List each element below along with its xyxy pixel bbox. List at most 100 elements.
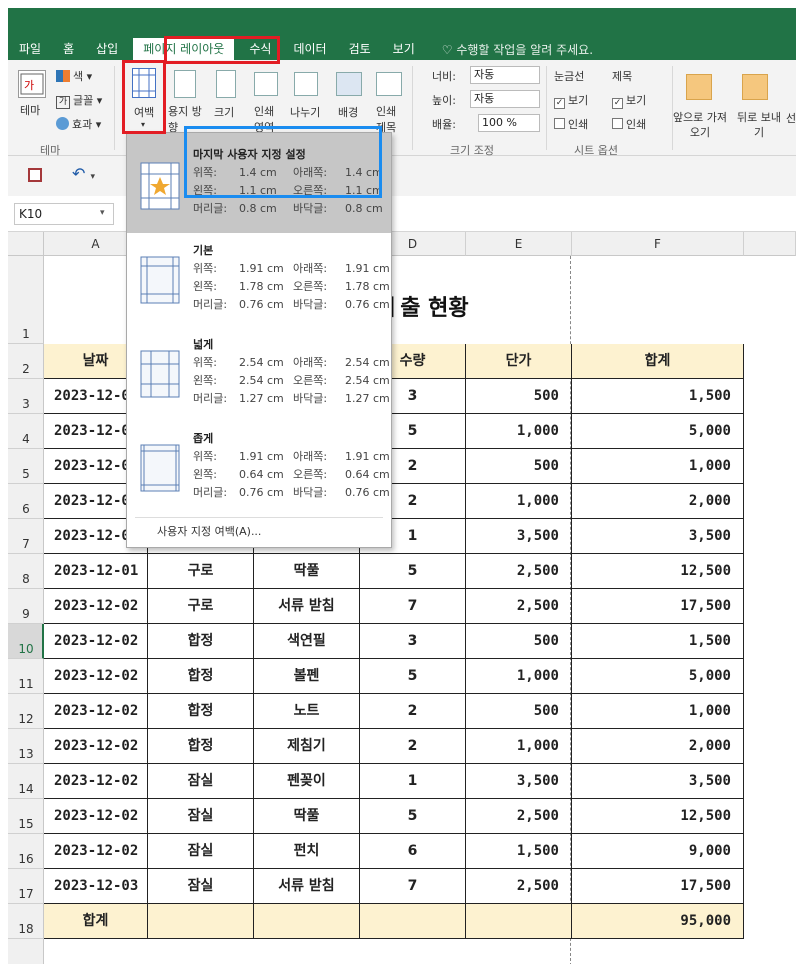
table-cell-item[interactable]: 펜꽂이	[254, 764, 360, 799]
table-cell-total[interactable]: 17,500	[572, 589, 744, 624]
table-cell-total[interactable]: 2,000	[572, 729, 744, 764]
table-cell-branch[interactable]: 합정	[148, 694, 254, 729]
sum-cell[interactable]	[254, 904, 360, 939]
table-cell-price[interactable]: 3,500	[466, 519, 572, 554]
row-header[interactable]: 12	[8, 694, 44, 729]
table-cell-price[interactable]: 1,500	[466, 834, 572, 869]
table-cell-date[interactable]: 2023-12-02	[44, 659, 148, 694]
table-cell-qty[interactable]: 5	[360, 659, 466, 694]
table-cell-date[interactable]: 2023-12-02	[44, 799, 148, 834]
table-cell-price[interactable]: 2,500	[466, 799, 572, 834]
table-cell-total[interactable]: 2,000	[572, 484, 744, 519]
sum-cell[interactable]	[466, 904, 572, 939]
table-cell-branch[interactable]: 잠실	[148, 869, 254, 904]
sum-cell[interactable]	[360, 904, 466, 939]
table-cell-date[interactable]: 2023-12-02	[44, 764, 148, 799]
table-cell-date[interactable]: 2023-12-02	[44, 589, 148, 624]
table-cell-total[interactable]: 1,500	[572, 624, 744, 659]
print-titles-icon[interactable]	[376, 72, 402, 96]
row-header[interactable]: 9	[8, 589, 44, 624]
table-cell-price[interactable]: 500	[466, 379, 572, 414]
tab-1[interactable]: 홈	[52, 38, 85, 60]
table-cell-item[interactable]: 제침기	[254, 729, 360, 764]
header-cell[interactable]: 합계	[572, 344, 744, 379]
theme-button-label[interactable]: 테마	[20, 102, 40, 118]
row-header[interactable]: 5	[8, 449, 44, 484]
table-cell-branch[interactable]: 잠실	[148, 834, 254, 869]
table-cell-total[interactable]: 9,000	[572, 834, 744, 869]
table-cell-price[interactable]: 500	[466, 624, 572, 659]
gridlines-print-checkbox[interactable]: 인쇄	[554, 116, 588, 132]
theme-icon[interactable]: 가	[18, 70, 46, 98]
row-header[interactable]: 17	[8, 869, 44, 904]
row-header[interactable]: 6	[8, 484, 44, 519]
height-select[interactable]: 자동	[470, 90, 540, 108]
table-cell-qty[interactable]: 5	[360, 799, 466, 834]
table-cell-branch[interactable]: 합정	[148, 624, 254, 659]
selection-pane-button-label[interactable]: 선	[786, 110, 796, 126]
table-cell-total[interactable]: 5,000	[572, 659, 744, 694]
table-cell-branch[interactable]: 잠실	[148, 799, 254, 834]
tab-2[interactable]: 삽입	[85, 38, 129, 60]
table-cell-total[interactable]: 17,500	[572, 869, 744, 904]
table-cell-date[interactable]: 2023-12-02	[44, 729, 148, 764]
row-header[interactable]: 7	[8, 519, 44, 554]
table-cell-qty[interactable]: 3	[360, 624, 466, 659]
tab-6[interactable]: 검토	[338, 38, 382, 60]
sum-total-cell[interactable]: 95,000	[572, 904, 744, 939]
margin-preset-2[interactable]: 넓게 위쪽: 2.54 cm 아래쪽: 2.54 cm 왼쪽: 2.54 cm 오른쪽: 2.5…	[127, 327, 391, 421]
row-header[interactable]: 10	[8, 624, 44, 659]
table-cell-date[interactable]: 2023-12-02	[44, 694, 148, 729]
table-cell-date[interactable]: 2023-12-02	[44, 624, 148, 659]
table-cell-price[interactable]: 1,000	[466, 659, 572, 694]
breaks-button-label[interactable]: 나누기	[290, 104, 320, 120]
size-icon[interactable]	[216, 70, 236, 98]
select-all-corner[interactable]	[8, 232, 44, 256]
header-cell[interactable]: 단가	[466, 344, 572, 379]
table-cell-qty[interactable]: 1	[360, 764, 466, 799]
gridlines-view-checkbox[interactable]: ✓ 보기	[554, 92, 588, 109]
table-cell-price[interactable]: 2,500	[466, 869, 572, 904]
table-cell-item[interactable]: 딱풀	[254, 799, 360, 834]
table-cell-date[interactable]: 2023-12-02	[44, 834, 148, 869]
table-cell-qty[interactable]: 6	[360, 834, 466, 869]
table-cell-price[interactable]: 2,500	[466, 589, 572, 624]
headings-view-checkbox[interactable]: ✓ 보기	[612, 92, 646, 109]
row-header[interactable]: 15	[8, 799, 44, 834]
margin-preset-1[interactable]: 기본 위쪽: 1.91 cm 아래쪽: 1.91 cm 왼쪽: 1.78 cm 오른쪽: 1.7…	[127, 233, 391, 327]
table-cell-branch[interactable]: 구로	[148, 554, 254, 589]
table-cell-price[interactable]: 2,500	[466, 554, 572, 589]
table-cell-price[interactable]: 500	[466, 694, 572, 729]
tab-5[interactable]: 데이터	[282, 38, 337, 60]
width-select[interactable]: 자동	[470, 66, 540, 84]
table-cell-total[interactable]: 3,500	[572, 519, 744, 554]
table-cell-total[interactable]: 12,500	[572, 554, 744, 589]
row-header[interactable]: 4	[8, 414, 44, 449]
bring-forward-icon[interactable]	[686, 74, 712, 100]
send-backward-icon[interactable]	[742, 74, 768, 100]
table-cell-price[interactable]: 3,500	[466, 764, 572, 799]
table-cell-qty[interactable]: 2	[360, 729, 466, 764]
table-cell-price[interactable]: 1,000	[466, 484, 572, 519]
table-cell-price[interactable]: 500	[466, 449, 572, 484]
tab-0[interactable]: 파일	[8, 38, 52, 60]
row-header[interactable]: 19	[8, 939, 44, 964]
scale-spinner[interactable]: 100 %	[478, 114, 540, 132]
row-header[interactable]: 16	[8, 834, 44, 869]
sum-label-cell[interactable]: 합계	[44, 904, 148, 939]
table-cell-price[interactable]: 1,000	[466, 414, 572, 449]
table-cell-branch[interactable]: 합정	[148, 729, 254, 764]
name-box[interactable]: K10	[14, 203, 114, 225]
table-cell-total[interactable]: 1,000	[572, 694, 744, 729]
table-cell-qty[interactable]: 7	[360, 869, 466, 904]
table-cell-item[interactable]: 서류 받침	[254, 589, 360, 624]
table-cell-qty[interactable]: 7	[360, 589, 466, 624]
table-cell-item[interactable]: 볼펜	[254, 659, 360, 694]
table-cell-item[interactable]: 노트	[254, 694, 360, 729]
bring-forward-button-label[interactable]: 앞으로 가져오기	[668, 110, 732, 140]
row-header[interactable]: 8	[8, 554, 44, 589]
breaks-icon[interactable]	[294, 72, 318, 96]
table-cell-qty[interactable]: 5	[360, 554, 466, 589]
headings-print-checkbox[interactable]: 인쇄	[612, 116, 646, 132]
table-cell-item[interactable]: 색연필	[254, 624, 360, 659]
